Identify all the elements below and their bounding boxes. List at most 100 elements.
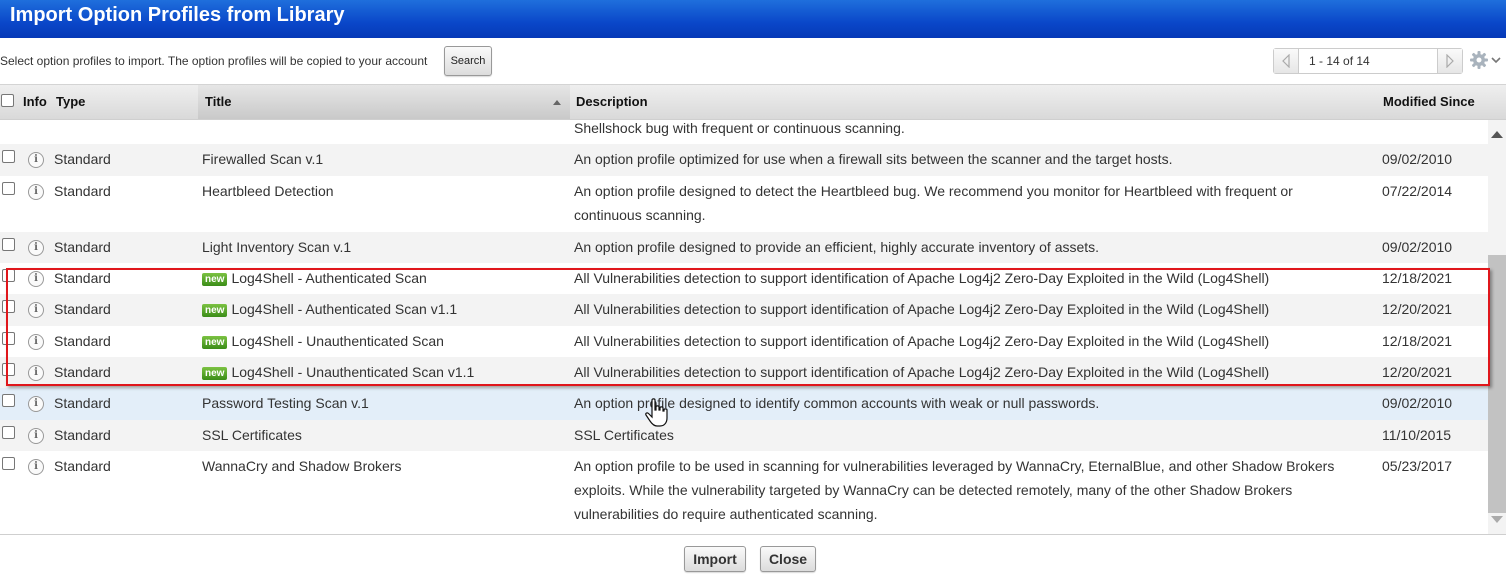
row-type: Standard [54,151,111,167]
row-title[interactable]: new Log4Shell - Unauthenticated Scan v1.1 [202,364,474,380]
dialog-title-bar: Import Option Profiles from Library [0,0,1506,38]
row-type: Standard [54,270,111,286]
row-modified-date: 05/23/2017 [1382,458,1453,474]
info-icon[interactable]: i [28,184,44,200]
row-type: Standard [54,183,111,199]
info-icon[interactable]: i [28,428,44,444]
dialog-title: Import Option Profiles from Library [10,4,345,26]
row-description: An option profile designed to provide an… [574,239,1100,255]
table-row[interactable]: i Standard new Log4Shell - Authenticated Sc… [0,263,1488,294]
row-type: Standard [54,364,111,380]
row-checkbox[interactable] [2,269,15,282]
next-page-button[interactable] [1437,49,1462,73]
row-checkbox[interactable] [2,394,15,407]
row-description: Shellshock bug with frequent or continuo… [574,120,905,136]
row-description: An option profile optimized for use when… [574,151,1173,167]
row-title-text: Firewalled Scan v.1 [202,151,324,167]
row-description: All Vulnerabilities detection to support… [574,333,1270,349]
table-row[interactable]: i Standard new Log4Shell - Unauthenticated … [0,326,1488,357]
table-row[interactable]: i Standard Heartbleed Detection An option p… [0,176,1488,232]
row-modified-date: 12/20/2021 [1382,301,1453,317]
column-header-title[interactable]: Title [205,94,232,109]
row-modified-date: 07/22/2014 [1382,183,1453,199]
row-modified-date: 12/18/2021 [1382,270,1453,286]
row-title-text: Log4Shell - Authenticated Scan v1.1 [231,301,458,317]
gear-icon [1470,51,1501,69]
table-row[interactable]: i Standard WannaCry and Shadow Brokers An o… [0,451,1488,534]
vertical-scrollbar[interactable] [1488,120,1506,534]
profiles-table-body: Shellshock bug with frequent or continuo… [0,120,1488,534]
new-badge: new [202,304,228,317]
row-type: Standard [54,333,111,349]
row-checkbox[interactable] [2,150,15,163]
column-header-modified-since[interactable]: Modified Since [1383,94,1475,109]
table-row[interactable]: i Standard new Log4Shell - Unauthenticated … [0,357,1488,388]
row-checkbox[interactable] [2,363,15,376]
row-title[interactable]: SSL Certificates [202,427,302,443]
row-title-text: Light Inventory Scan v.1 [202,239,352,255]
info-icon[interactable]: i [28,240,44,256]
import-button[interactable]: Import [684,546,746,572]
scroll-up-icon[interactable] [1491,130,1503,138]
info-icon[interactable]: i [28,334,44,350]
info-icon[interactable]: i [28,271,44,287]
row-title[interactable]: Heartbleed Detection [202,183,334,199]
new-badge: new [202,367,228,380]
sort-ascending-icon [553,100,561,105]
row-checkbox[interactable] [2,332,15,345]
chevron-left-icon [1282,54,1290,68]
search-button[interactable]: Search [444,46,492,76]
dialog-footer: Import Close [0,534,1506,580]
row-title[interactable]: Firewalled Scan v.1 [202,151,323,167]
close-button[interactable]: Close [760,546,816,572]
column-header-description[interactable]: Description [576,94,648,109]
row-modified-date: 12/18/2021 [1382,333,1453,349]
new-badge: new [202,273,228,286]
page-range: 1 - 14 of 14 [1309,54,1370,68]
row-description: All Vulnerabilities detection to support… [574,364,1270,380]
info-icon[interactable]: i [28,459,44,475]
info-icon[interactable]: i [28,152,44,168]
table-row[interactable]: i Standard Light Inventory Scan v.1 An opti… [0,232,1488,263]
row-description: An option profile designed to identify c… [574,395,1100,411]
select-all-checkbox[interactable] [1,94,14,107]
table-row[interactable]: i Standard SSL Certificates SSL Certificate… [0,420,1488,451]
row-checkbox[interactable] [2,426,15,439]
row-title[interactable]: new Log4Shell - Authenticated Scan [202,270,427,286]
row-title-text: Log4Shell - Authenticated Scan [231,270,427,286]
row-title[interactable]: WannaCry and Shadow Brokers [202,458,401,474]
row-title[interactable]: new Log4Shell - Unauthenticated Scan [202,333,444,349]
column-header-type[interactable]: Type [56,94,85,109]
instruction-text: Select option profiles to import. The op… [0,54,428,68]
table-row[interactable]: i Standard Password Testing Scan v.1 An opt… [0,388,1488,420]
info-icon[interactable]: i [28,302,44,318]
table-row[interactable]: i Standard new Log4Shell - Authenticated Sc… [0,294,1488,326]
scrollbar-thumb[interactable] [1488,255,1506,513]
previous-page-button[interactable] [1274,49,1299,73]
row-checkbox[interactable] [2,182,15,195]
row-checkbox[interactable] [2,238,15,251]
settings-menu-button[interactable] [1470,50,1504,75]
row-type: Standard [54,427,111,443]
chevron-right-icon [1446,54,1454,68]
row-checkbox[interactable] [2,300,15,313]
row-type: Standard [54,395,111,411]
column-header-info[interactable]: Info [23,94,47,109]
pagination: 1 - 14 of 14 [1273,48,1463,74]
row-title[interactable]: Password Testing Scan v.1 [202,395,369,411]
row-description: All Vulnerabilities detection to support… [574,270,1270,286]
info-icon[interactable]: i [28,365,44,381]
row-modified-date: 12/20/2021 [1382,364,1453,380]
table-row[interactable]: i Standard Firewalled Scan v.1 An option pr… [0,144,1488,176]
new-badge: new [202,336,228,349]
row-checkbox[interactable] [2,457,15,470]
row-title[interactable]: new Log4Shell - Authenticated Scan v1.1 [202,301,457,317]
row-title[interactable]: Light Inventory Scan v.1 [202,239,351,255]
row-modified-date: 09/02/2010 [1382,395,1453,411]
row-title-text: WannaCry and Shadow Brokers [202,458,402,474]
scroll-down-icon[interactable] [1491,516,1503,524]
hand-cursor-icon [645,398,668,427]
row-title-text: Log4Shell - Unauthenticated Scan [231,333,444,349]
info-icon[interactable]: i [28,396,44,412]
row-title-text: SSL Certificates [202,427,302,443]
